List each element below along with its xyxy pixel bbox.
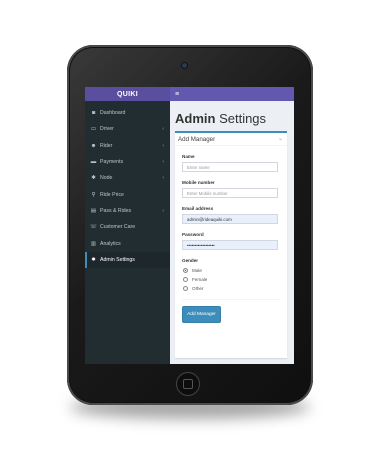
box-header: Add Manager ⌄ bbox=[175, 133, 287, 146]
sidebar-item-node[interactable]: ✱ Node ‹ bbox=[85, 170, 170, 186]
sidebar-item-label: Payments bbox=[100, 159, 124, 166]
gender-option-male[interactable]: Male bbox=[182, 266, 280, 275]
form-body: Name Enter name Mobile number Enter Mobi… bbox=[175, 146, 287, 323]
cogs-icon: ✹ bbox=[91, 256, 96, 263]
collapse-icon[interactable]: ⌄ bbox=[278, 135, 283, 142]
bar-chart-icon: ▥ bbox=[90, 240, 97, 247]
home-button[interactable] bbox=[177, 373, 199, 395]
sidebar-item-admin-settings[interactable]: ✹ Admin Settings bbox=[85, 251, 170, 268]
gender-option-female[interactable]: Female bbox=[182, 275, 280, 284]
sidebar-item-payments[interactable]: ▬ Payments ‹ bbox=[85, 154, 170, 170]
gender-label: Gender bbox=[182, 258, 199, 263]
email-label: Email address bbox=[182, 206, 214, 211]
sidebar-item-label: Ride Price bbox=[100, 191, 124, 198]
email-input[interactable]: admin@rideaquiki.com bbox=[182, 214, 278, 224]
hamburger-icon[interactable]: ≡ bbox=[175, 91, 179, 98]
page-title-rest: Settings bbox=[215, 111, 267, 126]
chevron-left-icon: ‹ bbox=[162, 159, 164, 166]
navbar: ≡ bbox=[170, 87, 294, 101]
sidebar-item-analytics[interactable]: ▥ Analytics bbox=[85, 235, 170, 251]
sidebar-item-driver[interactable]: ▭ Driver ‹ bbox=[85, 121, 170, 137]
page-title-bold: Admin bbox=[175, 111, 216, 126]
sidebar-item-label: Analytics bbox=[100, 240, 121, 247]
box-title: Add Manager bbox=[178, 135, 216, 143]
page-title: Admin Settings bbox=[175, 111, 266, 126]
sidebar-item-ride-price[interactable]: ⚲ Ride Price bbox=[85, 186, 170, 202]
password-input[interactable]: •••••••••••••••••• bbox=[182, 240, 278, 250]
ticket-icon: ▤ bbox=[90, 207, 97, 214]
id-card-icon: ▭ bbox=[90, 126, 97, 133]
app-screen: QUIKI ≡ ◙ Dashboard ▭ Driver ‹ ☻ Rider ‹ ▬ Paymen… bbox=[85, 87, 294, 364]
radio-button[interactable] bbox=[183, 268, 188, 273]
password-label: Password bbox=[182, 232, 204, 237]
gender-option-other[interactable]: Other bbox=[182, 284, 280, 293]
chevron-left-icon: ‹ bbox=[162, 126, 164, 133]
headset-icon: ☏ bbox=[90, 224, 97, 231]
sidebar-item-label: Rider bbox=[100, 142, 113, 149]
radio-button[interactable] bbox=[183, 286, 188, 291]
chevron-left-icon: ‹ bbox=[162, 207, 164, 214]
dashboard-icon: ◙ bbox=[91, 110, 96, 117]
chevron-left-icon: ‹ bbox=[162, 175, 164, 182]
sidebar: ◙ Dashboard ▭ Driver ‹ ☻ Rider ‹ ▬ Payments ‹ ✱ Node… bbox=[85, 101, 170, 364]
radio-button[interactable] bbox=[183, 277, 188, 282]
chevron-left-icon: ‹ bbox=[162, 142, 164, 149]
radio-label: Male bbox=[192, 268, 202, 273]
sidebar-item-label: Dashboard bbox=[100, 110, 126, 117]
sidebar-item-label: Node bbox=[100, 175, 113, 182]
name-input[interactable]: Enter name bbox=[182, 162, 278, 172]
sidebar-item-label: Pass & Rides bbox=[100, 207, 132, 214]
mobile-input[interactable]: Enter Mobile number bbox=[182, 188, 278, 198]
mobile-label: Mobile number bbox=[182, 180, 215, 185]
name-label: Name bbox=[182, 154, 195, 159]
camera-icon bbox=[182, 63, 187, 68]
users-icon: ☻ bbox=[90, 142, 97, 149]
add-manager-box: Add Manager ⌄ Name Enter name Mobile num… bbox=[175, 131, 287, 358]
form-divider bbox=[182, 299, 280, 300]
sidebar-item-pass-rides[interactable]: ▤ Pass & Rides ‹ bbox=[85, 203, 170, 219]
pin-icon: ⚲ bbox=[91, 191, 96, 198]
top-bar: QUIKI ≡ bbox=[85, 87, 294, 101]
radio-label: Other bbox=[192, 286, 204, 291]
gear-icon: ✱ bbox=[91, 175, 96, 182]
sidebar-item-rider[interactable]: ☻ Rider ‹ bbox=[85, 138, 170, 154]
sidebar-item-dashboard[interactable]: ◙ Dashboard bbox=[85, 105, 170, 121]
sidebar-item-label: Customer Care bbox=[100, 224, 136, 231]
gender-radio-group: Male Female Other bbox=[182, 266, 280, 293]
add-manager-button[interactable]: Add Manager bbox=[182, 306, 221, 323]
radio-label: Female bbox=[192, 277, 208, 282]
sidebar-item-customer-care[interactable]: ☏ Customer Care bbox=[85, 219, 170, 235]
sidebar-item-label: Driver bbox=[100, 126, 114, 133]
sidebar-item-label: Admin Settings bbox=[100, 256, 135, 263]
brand-logo[interactable]: QUIKI bbox=[85, 87, 170, 101]
credit-card-icon: ▬ bbox=[90, 159, 97, 166]
main-content: Admin Settings Add Manager ⌄ Name Enter … bbox=[170, 101, 294, 364]
